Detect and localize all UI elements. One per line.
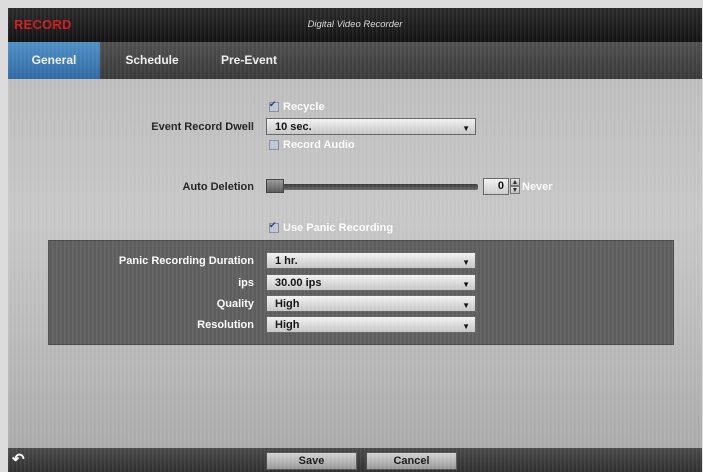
tab-general[interactable]: General	[8, 42, 100, 79]
panic-duration-label: Panic Recording Duration	[118, 255, 254, 267]
tab-schedule[interactable]: Schedule	[108, 42, 196, 79]
chevron-down-icon: ▼	[462, 322, 470, 331]
quality-value: High	[275, 298, 300, 310]
chevron-down-icon: ▼	[462, 301, 470, 310]
auto-deletion-value[interactable]: 0	[483, 178, 509, 195]
panic-duration-select[interactable]: 1 hr. ▼	[266, 252, 476, 269]
use-panic-recording-option[interactable]: Use Panic Recording	[269, 220, 393, 236]
recycle-label: Recycle	[283, 101, 325, 113]
record-audio-option[interactable]: Record Audio	[269, 137, 355, 153]
quality-label: Quality	[216, 298, 254, 310]
back-arrow-icon[interactable]: ↶	[12, 452, 30, 468]
resolution-label: Resolution	[197, 319, 254, 331]
auto-deletion-slider-track[interactable]	[266, 184, 478, 190]
record-audio-checkbox[interactable]	[269, 140, 279, 150]
auto-deletion-spinner[interactable]: ▲ ▼	[510, 178, 520, 195]
ips-select[interactable]: 30.00 ips ▼	[266, 274, 476, 291]
event-record-dwell-select[interactable]: 10 sec. ▼	[266, 118, 476, 135]
auto-deletion-label: Auto Deletion	[182, 181, 255, 193]
event-record-dwell-value: 10 sec.	[275, 121, 312, 133]
spin-down-icon[interactable]: ▼	[510, 186, 520, 194]
chevron-down-icon: ▼	[462, 280, 470, 289]
chevron-down-icon: ▼	[462, 124, 470, 133]
window-title: Digital Video Recorder	[307, 19, 403, 30]
use-panic-recording-label: Use Panic Recording	[283, 222, 394, 234]
auto-deletion-unit-label: Never	[522, 181, 553, 193]
recycle-option[interactable]: Recycle	[269, 99, 325, 115]
tab-pre-event[interactable]: Pre-Event	[204, 42, 294, 79]
event-record-dwell-label: Event Record Dwell	[151, 121, 254, 133]
record-window: RECORD Digital Video Recorder General Sc…	[8, 8, 702, 472]
ips-value: 30.00 ips	[275, 277, 322, 289]
recycle-checkbox[interactable]	[269, 99, 279, 112]
ips-label: ips	[238, 277, 254, 289]
record-audio-label: Record Audio	[283, 139, 355, 151]
chevron-down-icon: ▼	[462, 258, 470, 267]
cancel-button[interactable]: Cancel	[366, 452, 457, 470]
save-button[interactable]: Save	[266, 452, 357, 470]
quality-select[interactable]: High ▼	[266, 295, 476, 312]
panic-duration-value: 1 hr.	[275, 255, 298, 267]
title-bar: RECORD Digital Video Recorder	[8, 8, 702, 42]
spin-up-icon[interactable]: ▲	[510, 178, 520, 186]
resolution-value: High	[275, 319, 300, 331]
use-panic-recording-checkbox[interactable]	[269, 220, 279, 233]
resolution-select[interactable]: High ▼	[266, 316, 476, 333]
tab-bar: General Schedule Pre-Event	[8, 42, 702, 79]
auto-deletion-slider-thumb[interactable]	[266, 179, 284, 193]
